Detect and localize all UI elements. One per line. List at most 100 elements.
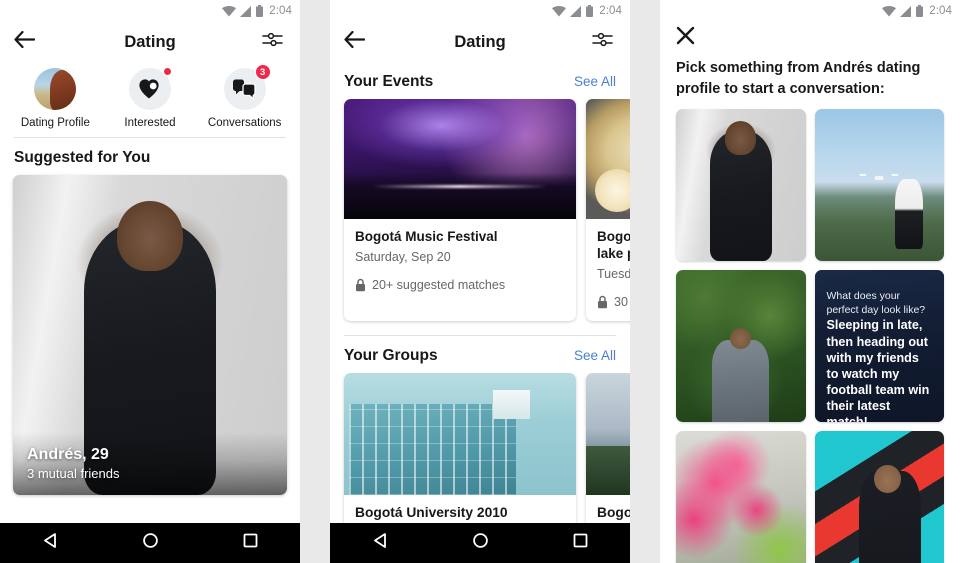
event-name: Bogo — [597, 229, 630, 244]
tile-question-perfect-day[interactable]: What does your perfect day look like? Sl… — [814, 270, 944, 423]
suggested-mutual-friends: 3 mutual friends — [27, 466, 120, 481]
section-title: Your Events — [344, 73, 434, 90]
scroll-body[interactable]: Your Events See All Bogotá Music Festiva… — [330, 62, 630, 523]
sliders-icon[interactable] — [262, 31, 286, 53]
page-title: Dating — [454, 32, 506, 51]
android-nav-bar — [0, 523, 300, 563]
group-name: Bogo — [597, 504, 630, 520]
phone-panel-events-groups: 2:04 Dating Your Events See All Bogotá M… — [330, 0, 630, 563]
nav-recents-icon[interactable] — [571, 531, 590, 555]
tile-photo-ivy[interactable] — [676, 270, 806, 423]
profile-content-grid: What does your perfect day look like? Sl… — [660, 109, 960, 563]
shortcut-dating-profile[interactable]: Dating Profile — [8, 68, 103, 129]
group-card[interactable]: Bogo — [586, 372, 630, 523]
see-all-groups-link[interactable]: See All — [574, 348, 616, 363]
nav-home-icon[interactable] — [471, 531, 490, 555]
status-badge — [163, 67, 172, 76]
suggested-overlay: Andrés, 29 3 mutual friends — [13, 432, 287, 495]
status-bar-time: 2:04 — [599, 5, 622, 17]
tile-photo-studio[interactable] — [676, 109, 806, 262]
status-bar-time: 2:04 — [269, 5, 292, 17]
section-title: Suggested for You — [14, 149, 151, 166]
event-match-count: 30 — [614, 294, 628, 309]
tile-photo-flowers[interactable] — [676, 431, 806, 563]
group-photo — [344, 372, 576, 495]
question-prompt: What does your perfect day look like? — [826, 290, 926, 316]
event-name: Bogotá Music Festival — [355, 229, 498, 244]
groups-carousel[interactable]: Bogotá University 2010 Bogo — [330, 372, 630, 523]
battery-icon — [916, 5, 924, 17]
group-card[interactable]: Bogotá University 2010 — [344, 372, 576, 523]
tile-photo-drone[interactable] — [814, 109, 944, 262]
section-header-events: Your Events See All — [330, 62, 630, 99]
app-bar: Dating — [330, 22, 630, 62]
conversations-icon-wrap: 3 — [223, 64, 271, 110]
event-photo — [344, 99, 576, 219]
nav-home-icon[interactable] — [141, 531, 160, 555]
battery-icon — [256, 5, 264, 17]
status-bar: 2:04 — [0, 0, 300, 22]
status-badge: 3 — [254, 64, 271, 80]
event-date: Saturday, Sep 20 — [355, 249, 451, 264]
section-title: Your Groups — [344, 346, 438, 364]
event-card-body: Bogotá Music Festival Saturday, Sep 20 2… — [344, 219, 576, 304]
event-card[interactable]: Bogotá Music Festival Saturday, Sep 20 2… — [344, 99, 576, 321]
event-card-body: Bogo lake p Tuesd 30 — [586, 219, 630, 321]
suggested-card-wrap: Andrés, 29 3 mutual friends — [0, 175, 300, 523]
shortcut-label: Interested — [124, 117, 176, 129]
status-bar: 2:04 — [330, 0, 630, 22]
drone-coastline-photo — [814, 109, 944, 262]
phone-panel-conversation-starter: 2:04 Pick something from Andrés dating p… — [660, 0, 960, 563]
suggested-name: Andrés, 29 — [27, 446, 109, 463]
three-phone-screenshot-stage: 2:04 Dating Dating Profile Interested 3 … — [0, 0, 960, 563]
graffiti-wall-portrait-photo — [814, 431, 944, 563]
event-photo — [586, 99, 630, 219]
signal-icon — [240, 5, 252, 17]
battery-icon — [586, 5, 594, 17]
group-name: Bogotá University 2010 — [355, 504, 508, 520]
picker-header: Pick something from Andrés dating profil… — [660, 22, 960, 110]
tile-photo-graffiti[interactable] — [814, 431, 944, 563]
section-header-groups: Your Groups See All — [330, 335, 630, 373]
interested-icon-wrap — [129, 67, 172, 110]
arrow-left-icon[interactable] — [14, 30, 40, 53]
app-bar: Dating — [0, 22, 300, 62]
arrow-left-icon[interactable] — [344, 30, 370, 53]
shortcut-interested[interactable]: Interested — [103, 67, 198, 129]
events-carousel[interactable]: Bogotá Music Festival Saturday, Sep 20 2… — [330, 99, 630, 335]
heart-icon — [139, 79, 159, 99]
see-all-events-link[interactable]: See All — [574, 74, 616, 89]
suggested-profile-card[interactable]: Andrés, 29 3 mutual friends — [13, 175, 287, 495]
lock-icon — [598, 295, 607, 308]
pink-flowers-photo — [676, 431, 806, 563]
status-bar-time: 2:04 — [929, 5, 952, 17]
shortcut-label: Conversations — [207, 117, 282, 129]
android-nav-bar — [330, 523, 630, 563]
status-bar: 2:04 — [660, 0, 960, 22]
wifi-icon — [882, 5, 897, 16]
group-card-body: Bogotá University 2010 — [344, 495, 576, 523]
event-card[interactable]: Bogo lake p Tuesd 30 — [586, 99, 630, 321]
event-date: Tuesd — [597, 266, 630, 281]
andres-studio-portrait-photo — [676, 109, 806, 262]
picker-prompt-text: Pick something from Andrés dating profil… — [676, 60, 921, 97]
wifi-icon — [552, 5, 567, 16]
page-title: Dating — [124, 32, 176, 51]
chat-bubbles-icon — [233, 79, 256, 100]
signal-icon — [570, 5, 582, 17]
shortcut-conversations[interactable]: 3 Conversations — [197, 64, 292, 129]
profile-avatar — [34, 68, 77, 110]
ivy-wall-portrait-photo — [676, 270, 806, 423]
lock-icon — [356, 278, 365, 292]
nav-recents-icon[interactable] — [241, 531, 260, 555]
nav-back-icon[interactable] — [371, 531, 390, 555]
close-icon[interactable] — [676, 26, 698, 48]
event-name-line2: lake p — [597, 245, 630, 261]
event-meta: 30 — [597, 295, 630, 309]
phone-panel-dating-home: 2:04 Dating Dating Profile Interested 3 … — [0, 0, 300, 563]
section-header-suggested: Suggested for You — [0, 138, 300, 175]
wifi-icon — [222, 5, 237, 16]
nav-back-icon[interactable] — [41, 531, 60, 555]
sliders-icon[interactable] — [592, 31, 616, 53]
shortcut-row: Dating Profile Interested 3 Conversation… — [0, 62, 300, 137]
